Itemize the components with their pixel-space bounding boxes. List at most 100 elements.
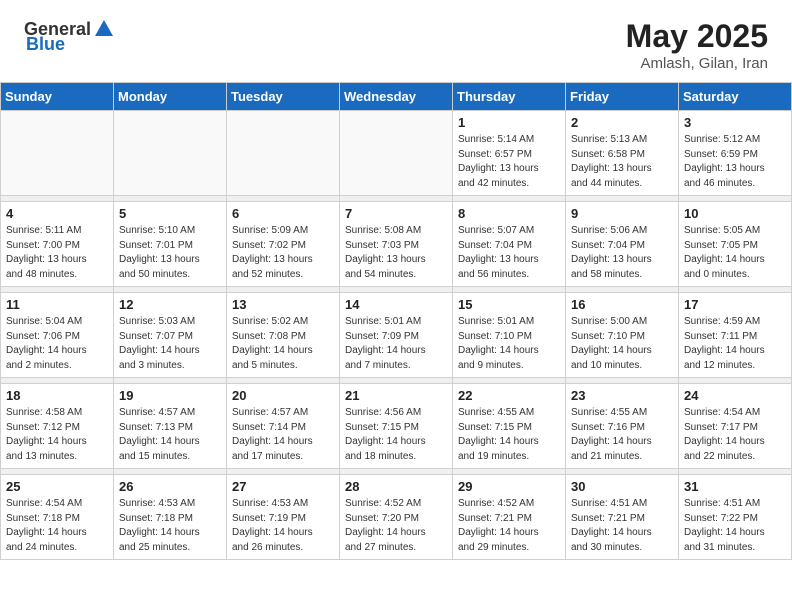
calendar-cell: 24 Sunrise: 4:54 AM Sunset: 7:17 PM Dayli… [679, 384, 792, 469]
day-info: Sunrise: 4:57 AM Sunset: 7:13 PM Dayligh… [119, 406, 221, 464]
calendar-cell: 2 Sunrise: 5:13 AM Sunset: 6:58 PM Daylig… [566, 111, 679, 196]
calendar-cell: 31Sunrise: 4:51 AM Sunset: 7:22 PM Dayli… [679, 475, 792, 560]
location: Amlash, Gilan, Iran [626, 55, 768, 72]
calendar-week-row: 11 Sunrise: 5:04 AM Sunset: 7:06 PM Dayli… [1, 293, 792, 378]
day-info: Sunrise: 4:51 AM Sunset: 7:22 PM Dayligh… [684, 497, 786, 555]
day-info: Sunrise: 5:12 AM Sunset: 6:59 PM Dayligh… [684, 133, 786, 191]
day-info: Sunrise: 4:54 AM Sunset: 7:18 PM Dayligh… [6, 497, 108, 555]
calendar-cell: 22Sunrise: 4:55 AM Sunset: 7:15 PM Dayli… [453, 384, 566, 469]
day-number: 26 [119, 479, 221, 494]
day-number: 29 [458, 479, 560, 494]
day-number: 19 [119, 388, 221, 403]
day-number: 11 [6, 297, 108, 312]
day-number: 4 [6, 206, 108, 221]
calendar-cell [227, 111, 340, 196]
day-info: Sunrise: 5:09 AM Sunset: 7:02 PM Dayligh… [232, 224, 334, 282]
calendar-cell: 25 Sunrise: 4:54 AM Sunset: 7:18 PM Dayli… [1, 475, 114, 560]
day-number: 2 [571, 115, 673, 130]
calendar-cell: 20 Sunrise: 4:57 AM Sunset: 7:14 PM Dayli… [227, 384, 340, 469]
day-number: 7 [345, 206, 447, 221]
day-number: 28 [345, 479, 447, 494]
day-info: Sunrise: 5:04 AM Sunset: 7:06 PM Dayligh… [6, 315, 108, 373]
day-number: 6 [232, 206, 334, 221]
day-number: 1 [458, 115, 560, 130]
logo: General Blue [24, 18, 117, 55]
weekday-header: Saturday [679, 83, 792, 111]
calendar-cell: 27Sunrise: 4:53 AM Sunset: 7:19 PM Dayli… [227, 475, 340, 560]
calendar-cell: 3 Sunrise: 5:12 AM Sunset: 6:59 PM Daylig… [679, 111, 792, 196]
day-info: Sunrise: 4:53 AM Sunset: 7:19 PM Dayligh… [232, 497, 334, 555]
calendar-cell: 19 Sunrise: 4:57 AM Sunset: 7:13 PM Dayli… [114, 384, 227, 469]
calendar-cell: 12 Sunrise: 5:03 AM Sunset: 7:07 PM Dayli… [114, 293, 227, 378]
calendar-week-row: 1Sunrise: 5:14 AM Sunset: 6:57 PM Daylig… [1, 111, 792, 196]
calendar-cell: 11 Sunrise: 5:04 AM Sunset: 7:06 PM Dayli… [1, 293, 114, 378]
calendar-cell [1, 111, 114, 196]
calendar-cell: 23 Sunrise: 4:55 AM Sunset: 7:16 PM Dayli… [566, 384, 679, 469]
day-info: Sunrise: 4:51 AM Sunset: 7:21 PM Dayligh… [571, 497, 673, 555]
calendar-cell: 4 Sunrise: 5:11 AM Sunset: 7:00 PM Daylig… [1, 202, 114, 287]
calendar-week-row: 25 Sunrise: 4:54 AM Sunset: 7:18 PM Dayli… [1, 475, 792, 560]
day-info: Sunrise: 4:54 AM Sunset: 7:17 PM Dayligh… [684, 406, 786, 464]
day-number: 20 [232, 388, 334, 403]
day-number: 9 [571, 206, 673, 221]
day-info: Sunrise: 4:58 AM Sunset: 7:12 PM Dayligh… [6, 406, 108, 464]
calendar-cell: 7 Sunrise: 5:08 AM Sunset: 7:03 PM Daylig… [340, 202, 453, 287]
logo-blue-text: Blue [26, 34, 65, 55]
day-number: 10 [684, 206, 786, 221]
logo-icon [93, 18, 115, 40]
weekday-header: Wednesday [340, 83, 453, 111]
day-info: Sunrise: 5:07 AM Sunset: 7:04 PM Dayligh… [458, 224, 560, 282]
day-info: Sunrise: 4:52 AM Sunset: 7:20 PM Dayligh… [345, 497, 447, 555]
day-info: Sunrise: 4:59 AM Sunset: 7:11 PM Dayligh… [684, 315, 786, 373]
day-number: 15 [458, 297, 560, 312]
day-number: 18 [6, 388, 108, 403]
calendar-week-row: 18 Sunrise: 4:58 AM Sunset: 7:12 PM Dayli… [1, 384, 792, 469]
calendar-header-row: SundayMondayTuesdayWednesdayThursdayFrid… [1, 83, 792, 111]
day-info: Sunrise: 4:57 AM Sunset: 7:14 PM Dayligh… [232, 406, 334, 464]
day-info: Sunrise: 5:03 AM Sunset: 7:07 PM Dayligh… [119, 315, 221, 373]
calendar-cell: 16 Sunrise: 5:00 AM Sunset: 7:10 PM Dayli… [566, 293, 679, 378]
day-number: 21 [345, 388, 447, 403]
weekday-header: Sunday [1, 83, 114, 111]
calendar-cell: 1Sunrise: 5:14 AM Sunset: 6:57 PM Daylig… [453, 111, 566, 196]
day-number: 3 [684, 115, 786, 130]
day-number: 16 [571, 297, 673, 312]
day-number: 17 [684, 297, 786, 312]
day-info: Sunrise: 5:13 AM Sunset: 6:58 PM Dayligh… [571, 133, 673, 191]
weekday-header: Monday [114, 83, 227, 111]
calendar-cell: 30 Sunrise: 4:51 AM Sunset: 7:21 PM Dayli… [566, 475, 679, 560]
day-number: 25 [6, 479, 108, 494]
day-number: 24 [684, 388, 786, 403]
day-info: Sunrise: 5:11 AM Sunset: 7:00 PM Dayligh… [6, 224, 108, 282]
calendar-cell: 15Sunrise: 5:01 AM Sunset: 7:10 PM Dayli… [453, 293, 566, 378]
day-number: 5 [119, 206, 221, 221]
calendar-cell: 21 Sunrise: 4:56 AM Sunset: 7:15 PM Dayli… [340, 384, 453, 469]
calendar-cell: 29Sunrise: 4:52 AM Sunset: 7:21 PM Dayli… [453, 475, 566, 560]
day-info: Sunrise: 5:05 AM Sunset: 7:05 PM Dayligh… [684, 224, 786, 282]
day-number: 30 [571, 479, 673, 494]
calendar-cell [114, 111, 227, 196]
calendar-cell: 14Sunrise: 5:01 AM Sunset: 7:09 PM Dayli… [340, 293, 453, 378]
calendar-cell: 9 Sunrise: 5:06 AM Sunset: 7:04 PM Daylig… [566, 202, 679, 287]
calendar-table: SundayMondayTuesdayWednesdayThursdayFrid… [0, 82, 792, 560]
calendar-cell [340, 111, 453, 196]
day-info: Sunrise: 4:53 AM Sunset: 7:18 PM Dayligh… [119, 497, 221, 555]
calendar-week-row: 4 Sunrise: 5:11 AM Sunset: 7:00 PM Daylig… [1, 202, 792, 287]
calendar-cell: 13Sunrise: 5:02 AM Sunset: 7:08 PM Dayli… [227, 293, 340, 378]
page-header: General Blue May 2025 Amlash, Gilan, Ira… [0, 0, 792, 82]
day-info: Sunrise: 4:56 AM Sunset: 7:15 PM Dayligh… [345, 406, 447, 464]
day-info: Sunrise: 5:00 AM Sunset: 7:10 PM Dayligh… [571, 315, 673, 373]
calendar-cell: 17 Sunrise: 4:59 AM Sunset: 7:11 PM Dayli… [679, 293, 792, 378]
day-info: Sunrise: 5:01 AM Sunset: 7:09 PM Dayligh… [345, 315, 447, 373]
day-number: 23 [571, 388, 673, 403]
calendar-cell: 8Sunrise: 5:07 AM Sunset: 7:04 PM Daylig… [453, 202, 566, 287]
weekday-header: Thursday [453, 83, 566, 111]
day-info: Sunrise: 4:55 AM Sunset: 7:16 PM Dayligh… [571, 406, 673, 464]
day-info: Sunrise: 5:08 AM Sunset: 7:03 PM Dayligh… [345, 224, 447, 282]
day-info: Sunrise: 5:10 AM Sunset: 7:01 PM Dayligh… [119, 224, 221, 282]
calendar-cell: 10 Sunrise: 5:05 AM Sunset: 7:05 PM Dayli… [679, 202, 792, 287]
day-info: Sunrise: 5:06 AM Sunset: 7:04 PM Dayligh… [571, 224, 673, 282]
day-number: 12 [119, 297, 221, 312]
day-info: Sunrise: 4:55 AM Sunset: 7:15 PM Dayligh… [458, 406, 560, 464]
day-number: 13 [232, 297, 334, 312]
